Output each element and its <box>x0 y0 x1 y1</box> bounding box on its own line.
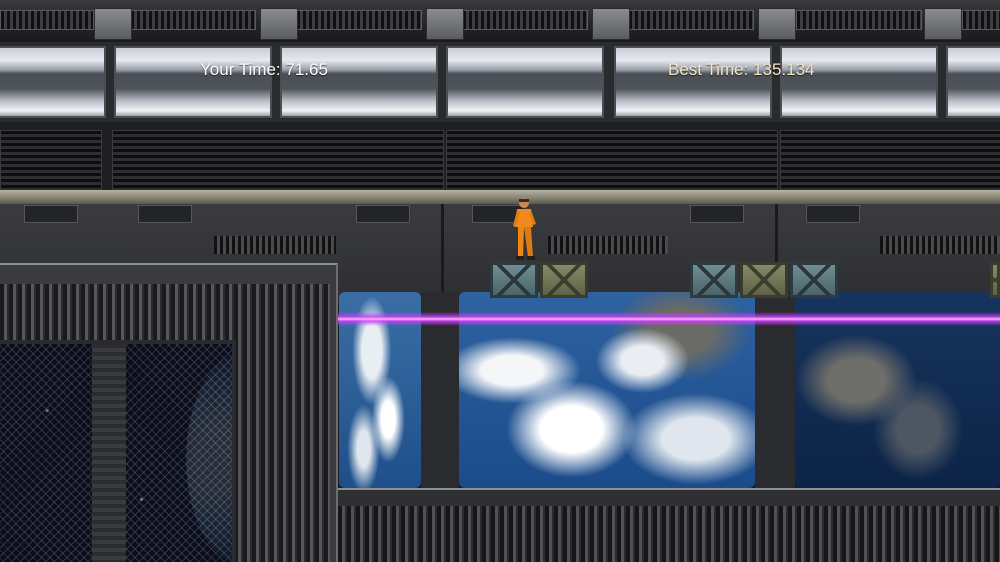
crate-icon <box>490 262 538 298</box>
space-viewport <box>0 340 236 562</box>
ceiling-lamp <box>446 46 604 118</box>
laser-beam <box>338 312 1000 326</box>
rail-bracket <box>758 8 796 40</box>
ceiling-vent <box>628 10 754 30</box>
ceiling-vent <box>796 10 922 30</box>
wall-louver <box>112 130 444 194</box>
best-time-display: Best Time: 135.134 <box>668 58 815 82</box>
floor-grille <box>338 506 1000 562</box>
wall-plate <box>806 205 860 223</box>
your-time-display: Your Time: 71.65 <box>200 58 328 82</box>
wall-ledge <box>0 190 1000 204</box>
crate-icon <box>790 262 838 298</box>
rail-bracket <box>592 8 630 40</box>
ceiling-lamp <box>0 46 106 118</box>
wall-louver <box>780 130 1000 194</box>
ceiling-lamp <box>614 46 772 118</box>
your-time-value: 71.65 <box>285 60 328 79</box>
wall-louver <box>0 130 102 194</box>
rail-bracket <box>260 8 298 40</box>
ceiling-lamp <box>946 46 1000 118</box>
ceiling-light-strip <box>0 42 1000 122</box>
crate-icon <box>690 262 738 298</box>
ceiling-lamp <box>280 46 438 118</box>
crate-icon <box>990 262 1000 298</box>
best-time-value: 135.134 <box>753 60 815 79</box>
wall-vent <box>880 236 1000 254</box>
wall-vent <box>214 236 336 254</box>
crate-icon <box>540 262 588 298</box>
wall-vent <box>548 236 668 254</box>
player-character-icon <box>513 198 536 260</box>
ceiling-vent <box>962 10 1000 30</box>
your-time-label: Your Time: <box>200 60 281 79</box>
viewport-pillar <box>92 344 126 562</box>
ceiling-lamp <box>780 46 938 118</box>
wall-plate <box>24 205 78 223</box>
ceiling-vent <box>296 10 422 30</box>
ceiling-vent <box>462 10 588 30</box>
crate-icon <box>740 262 788 298</box>
best-time-label: Best Time: <box>668 60 749 79</box>
ceiling-vent <box>130 10 256 30</box>
wall-plate <box>138 205 192 223</box>
rail-bracket <box>924 8 962 40</box>
ceiling-vent <box>0 10 94 30</box>
game-scene: Your Time: 71.65 Best Time: 135.134 <box>0 0 1000 562</box>
ceiling-lamp <box>114 46 272 118</box>
wall-louver <box>446 130 778 194</box>
rail-bracket <box>94 8 132 40</box>
wall-plate <box>690 205 744 223</box>
wall-plate <box>356 205 410 223</box>
rail-bracket <box>426 8 464 40</box>
